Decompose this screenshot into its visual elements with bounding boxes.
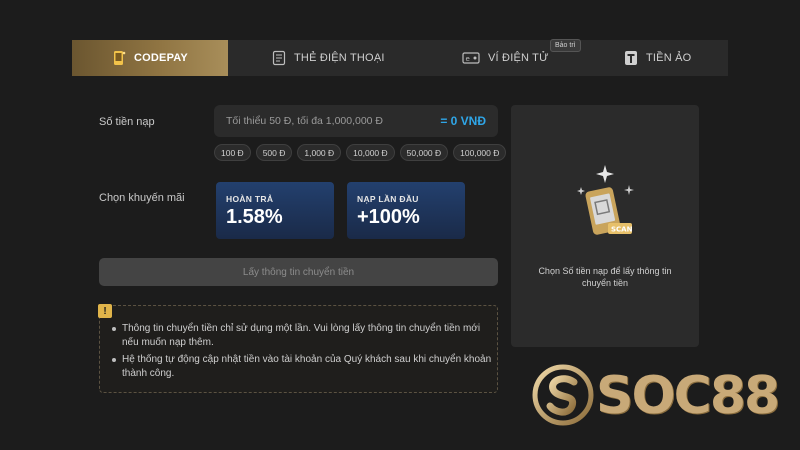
maintenance-badge: Bảo trì	[550, 39, 581, 52]
brand-emblem-icon	[532, 364, 594, 426]
amount-placeholder: Tối thiểu 50 Đ, tối đa 1,000,000 Đ	[226, 115, 384, 127]
tab-label: VÍ ĐIỆN TỬ	[488, 52, 549, 64]
tab-crypto[interactable]: TIỀN ẢO	[624, 40, 691, 76]
amount-chip[interactable]: 100 Đ	[214, 144, 251, 161]
tab-phone-card[interactable]: THẺ ĐIỆN THOẠI	[272, 40, 385, 76]
amount-chip[interactable]: 100,000 Đ	[453, 144, 507, 161]
promo-label: Chọn khuyến mãi	[99, 192, 185, 204]
amount-chip[interactable]: 500 Đ	[255, 144, 293, 161]
amount-chip[interactable]: 50,000 Đ	[399, 144, 449, 161]
tab-label: TIỀN ẢO	[646, 52, 692, 64]
promo-card-cashback[interactable]: HOÀN TRẢ 1.58%	[216, 182, 334, 239]
note-item: Thông tin chuyển tiền chỉ sử dụng một lầ…	[112, 322, 492, 350]
amount-chips: 100 Đ 500 Đ 1,000 Đ 10,000 Đ 50,000 Đ 10…	[214, 144, 507, 161]
tab-e-wallet[interactable]: e VÍ ĐIỆN TỬ	[462, 40, 549, 76]
promo-title: HOÀN TRẢ	[226, 194, 274, 204]
promo-value: +100%	[357, 206, 420, 228]
brand-logo-text: SOC88	[596, 366, 780, 426]
scan-label: SCAN	[611, 226, 633, 234]
amount-chip[interactable]: 1,000 Đ	[297, 144, 342, 161]
brand-logo: SOC88	[532, 362, 780, 426]
amount-chip[interactable]: 10,000 Đ	[346, 144, 395, 161]
get-transfer-info-button[interactable]: Lấy thông tin chuyển tiền	[99, 258, 498, 286]
tab-label: THẺ ĐIỆN THOẠI	[294, 52, 385, 64]
bullet-icon	[112, 327, 116, 331]
amount-label: Số tiền nạp	[99, 116, 155, 128]
note-text: Hệ thống tự động cập nhật tiền vào tài k…	[122, 354, 492, 379]
promo-title: NẠP LẦN ĐẦU	[357, 194, 419, 204]
tab-codepay[interactable]: CODEPAY	[72, 40, 228, 76]
phone-card-list-icon	[272, 50, 286, 66]
qr-panel: SCAN Chọn Số tiền nạp để lấy thông tin c…	[511, 105, 699, 347]
note-text: Thông tin chuyển tiền chỉ sử dụng một lầ…	[122, 323, 481, 348]
e-wallet-icon: e	[462, 52, 480, 64]
promo-card-first-deposit[interactable]: NẠP LẦN ĐẦU +100%	[347, 182, 465, 239]
amount-input[interactable]: Tối thiểu 50 Đ, tối đa 1,000,000 Đ = 0 V…	[214, 105, 498, 137]
svg-text:e: e	[466, 55, 471, 63]
warning-icon: !	[98, 304, 112, 318]
qr-message: Chọn Số tiền nạp để lấy thông tin chuyển…	[538, 266, 672, 288]
info-notes: Thông tin chuyển tiền chỉ sử dụng một lầ…	[99, 305, 498, 393]
note-item: Hệ thống tự động cập nhật tiền vào tài k…	[112, 353, 492, 381]
payment-method-tabs: CODEPAY THẺ ĐIỆN THOẠI e VÍ ĐIỆN TỬ Bảo …	[72, 39, 728, 76]
scan-phone-icon: SCAN	[577, 165, 634, 235]
phone-card-icon	[114, 51, 126, 65]
promo-value: 1.58%	[226, 206, 283, 228]
amount-total: = 0 VNĐ	[440, 114, 486, 128]
tether-icon	[625, 51, 637, 65]
tab-label: CODEPAY	[134, 52, 188, 64]
bullet-icon	[112, 358, 116, 362]
